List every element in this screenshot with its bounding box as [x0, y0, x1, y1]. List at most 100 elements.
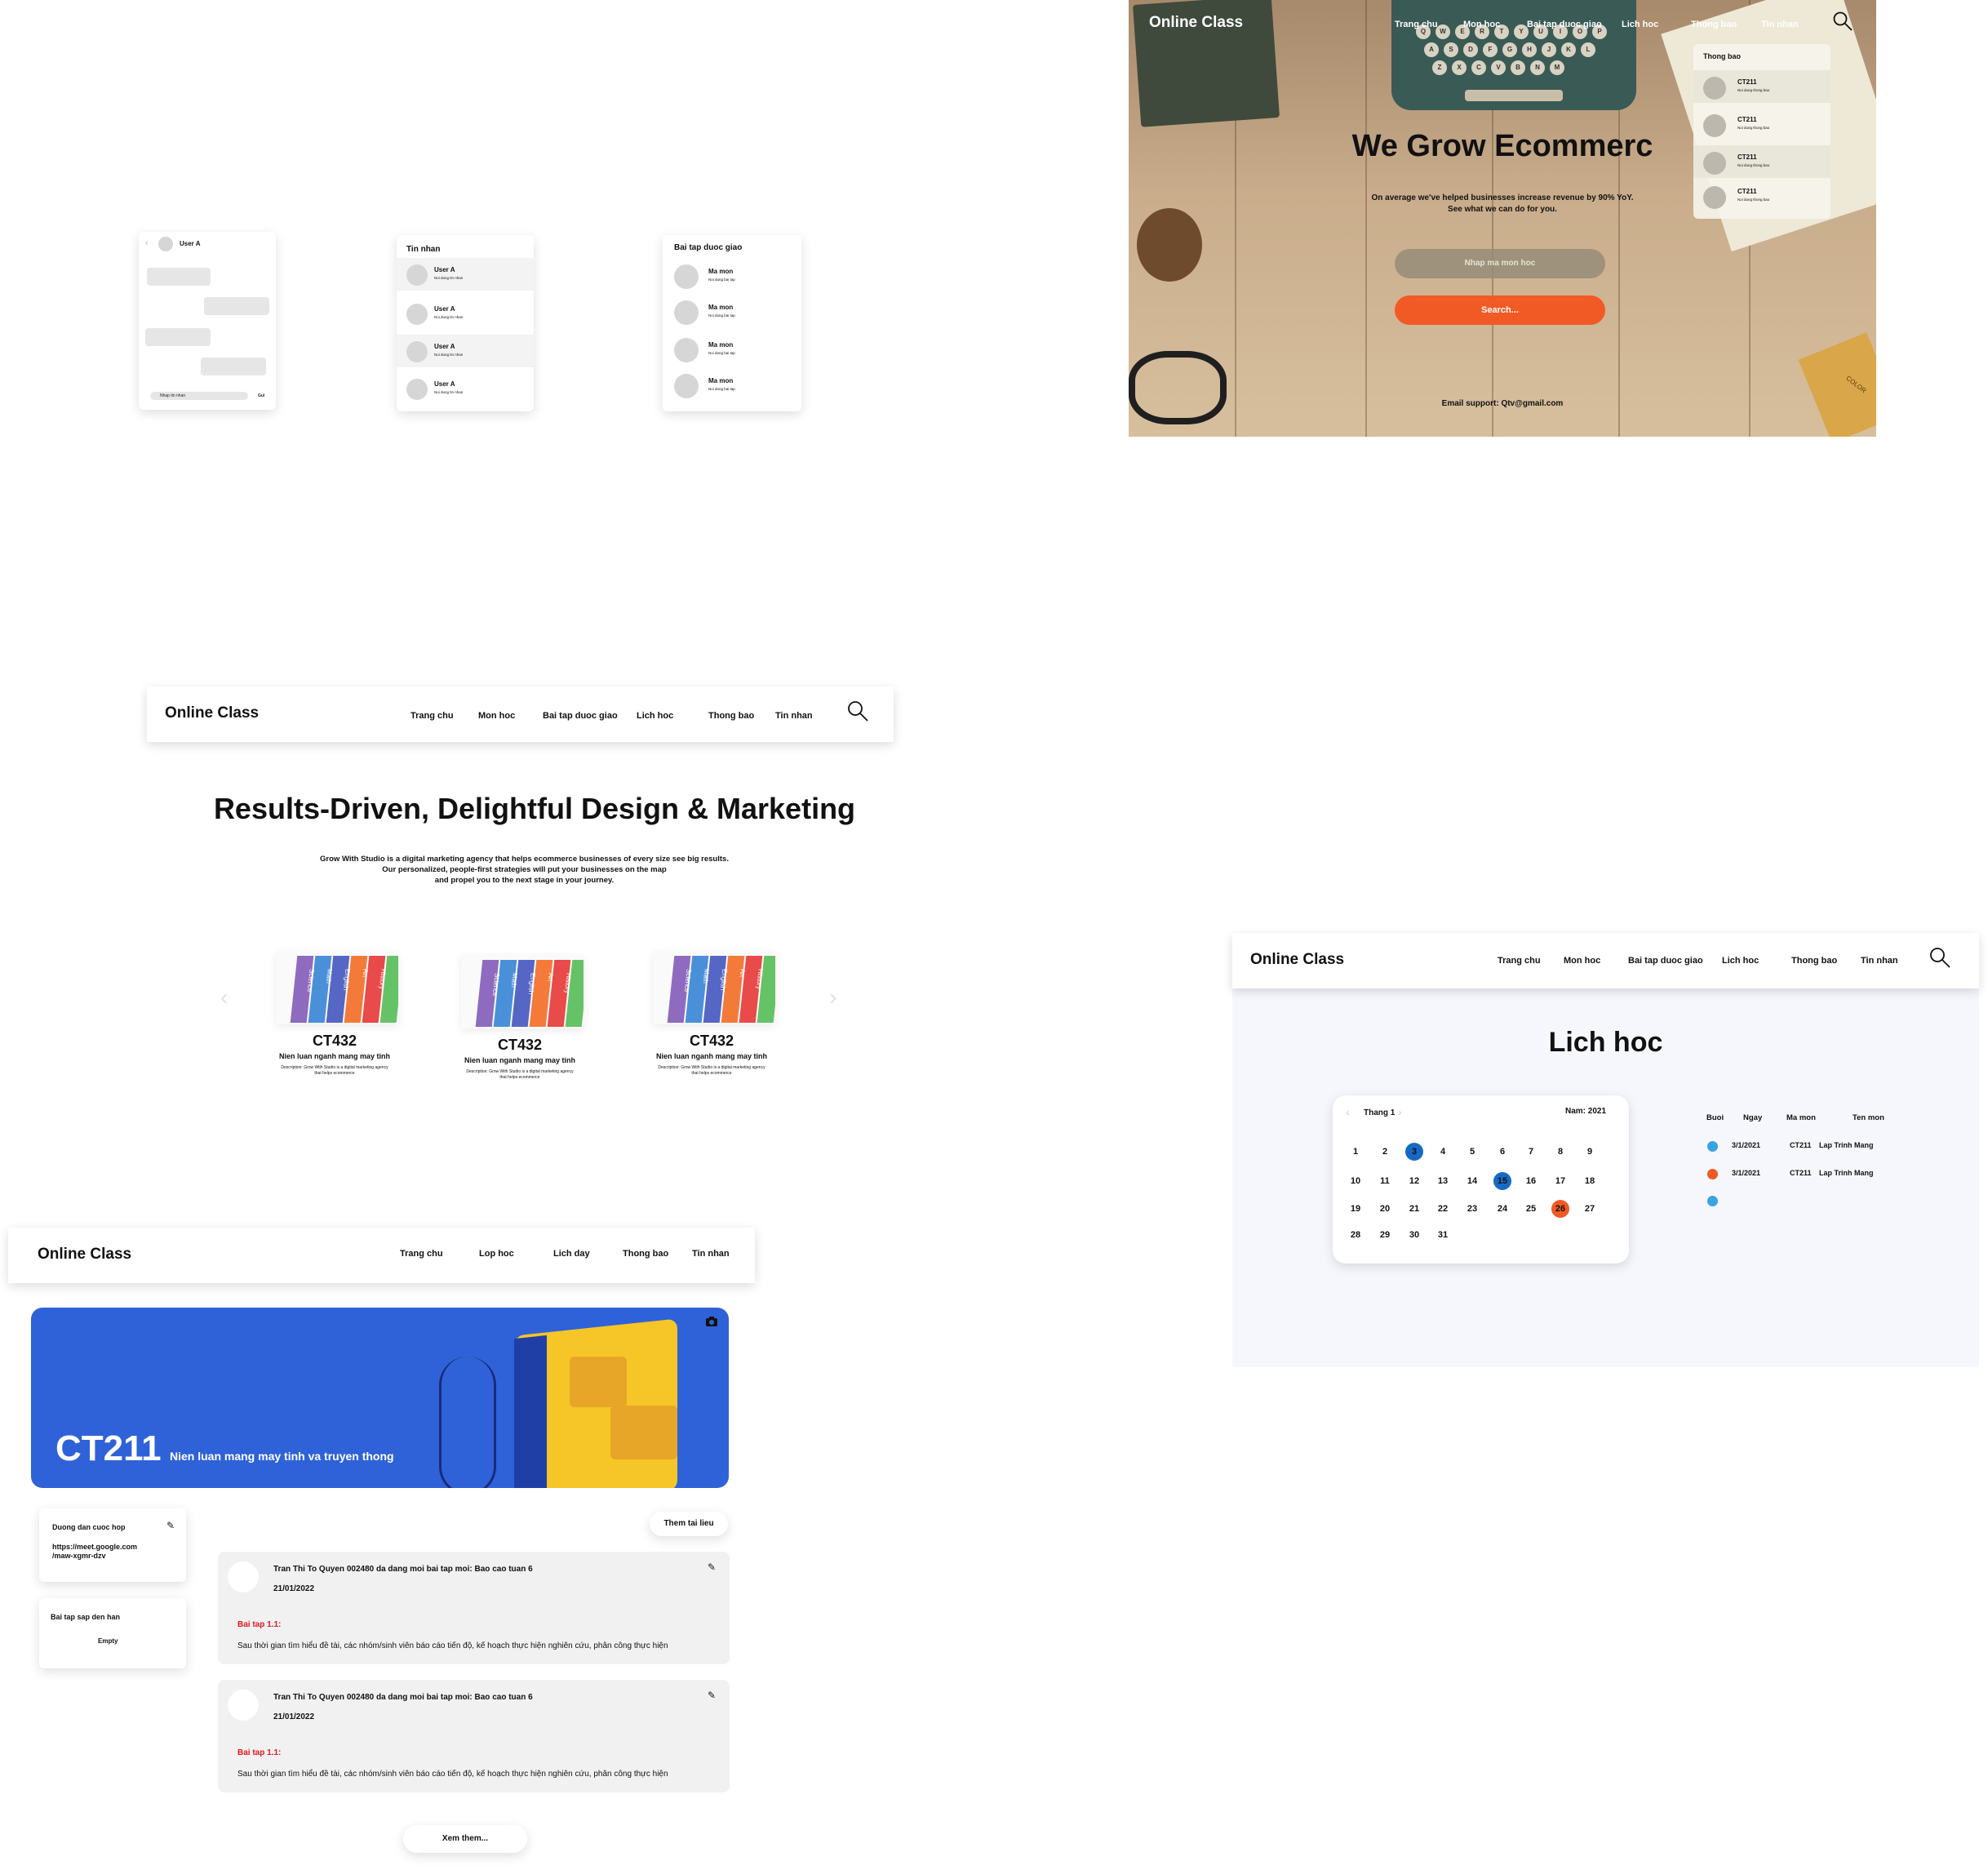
table-row[interactable]: 3/1/2021 CT211 Lap Trinh Mang [1697, 1166, 1910, 1181]
chevron-right-icon[interactable]: › [829, 984, 836, 1011]
list-item[interactable]: Ma mon Noi dung bai tap [663, 258, 801, 291]
nav-link[interactable]: Bai tap duoc giao [1527, 20, 1602, 29]
nav-link[interactable]: Lich day [553, 1249, 590, 1259]
calendar-day[interactable]: 1 [1347, 1143, 1365, 1161]
list-item[interactable]: User A Noi dung tin nhan [397, 335, 534, 367]
calendar-day[interactable]: 29 [1376, 1226, 1394, 1244]
camera-icon[interactable] [705, 1316, 718, 1327]
nav-link[interactable]: Thong bao [623, 1249, 668, 1259]
calendar-day[interactable]: 16 [1522, 1172, 1540, 1190]
calendar-day[interactable]: 15 [1493, 1172, 1511, 1190]
course-code: CT432 [312, 1033, 357, 1049]
calendar-day[interactable]: 10 [1347, 1172, 1365, 1190]
nav-link[interactable]: Trang chu [1498, 956, 1541, 966]
site-logo[interactable]: Online Class [1149, 14, 1243, 32]
search-icon[interactable] [1832, 11, 1853, 32]
calendar-day[interactable]: 27 [1581, 1200, 1599, 1218]
calendar-day[interactable]: 12 [1405, 1172, 1423, 1190]
calendar-day[interactable]: 11 [1376, 1172, 1394, 1190]
calendar-day[interactable]: 30 [1405, 1226, 1423, 1244]
calendar-day[interactable]: 21 [1405, 1200, 1423, 1218]
nav-link[interactable]: Lich hoc [637, 711, 673, 721]
nav-link[interactable]: Tin nhan [692, 1249, 730, 1259]
site-logo[interactable]: Online Class [38, 1246, 131, 1264]
pencil-icon[interactable]: ✎ [708, 1561, 716, 1573]
nav-link[interactable]: Mon hoc [1564, 956, 1600, 966]
nav-link[interactable]: Bai tap duoc giao [1628, 956, 1703, 966]
calendar-day[interactable]: 6 [1493, 1143, 1511, 1161]
meeting-link[interactable]: https://meet.google.com /maw-xgmr-dzv [52, 1543, 137, 1561]
search-icon[interactable] [1928, 946, 1951, 969]
calendar-day[interactable]: 7 [1522, 1143, 1540, 1161]
book-spine-label: Math [509, 973, 519, 988]
chat-input[interactable]: Nhap tin nhan [150, 392, 248, 400]
load-more-button[interactable]: Xem them... [403, 1825, 527, 1853]
calendar-day[interactable]: 17 [1551, 1172, 1569, 1190]
search-icon[interactable] [846, 700, 869, 722]
calendar-day[interactable]: 24 [1493, 1200, 1511, 1218]
site-logo[interactable]: Online Class [1250, 951, 1344, 969]
nav-link[interactable]: Trang chu [410, 711, 454, 721]
nav-link[interactable]: Lich hoc [1722, 956, 1759, 966]
nav-link[interactable]: Lop hoc [479, 1249, 514, 1259]
calendar-day[interactable]: 28 [1347, 1226, 1365, 1244]
nav-link[interactable]: Mon hoc [1463, 20, 1500, 29]
calendar-day[interactable]: 13 [1434, 1172, 1452, 1190]
calendar-day[interactable]: 14 [1463, 1172, 1481, 1190]
nav-link[interactable]: Lich hoc [1622, 20, 1658, 29]
chevron-right-icon[interactable]: › [1398, 1105, 1402, 1118]
nav-link[interactable]: Mon hoc [478, 711, 515, 721]
calendar-day[interactable]: 18 [1581, 1172, 1599, 1190]
nav-link[interactable]: Thong bao [1691, 20, 1737, 29]
calendar-day[interactable]: 4 [1434, 1143, 1452, 1161]
calendar-day[interactable]: 3 [1405, 1143, 1423, 1161]
hero-subtitle: On average we've helped businesses incre… [1371, 193, 1634, 214]
panel-title: Tin nhan [406, 245, 441, 254]
calendar-day[interactable]: 5 [1463, 1143, 1481, 1161]
list-item[interactable]: User A Noi dung tin nhan [397, 297, 534, 330]
calendar-day[interactable]: 9 [1581, 1143, 1599, 1161]
calendar-day[interactable]: 23 [1463, 1200, 1481, 1218]
calendar-day[interactable]: 19 [1347, 1200, 1365, 1218]
table-row[interactable] [1697, 1193, 1910, 1208]
calendar-day[interactable]: 20 [1376, 1200, 1394, 1218]
search-button[interactable]: Search... [1395, 295, 1605, 325]
pencil-icon[interactable]: ✎ [166, 1520, 175, 1531]
assignment-post[interactable]: Tran Thi To Quyen 002480 da dang moi bai… [218, 1552, 730, 1664]
nav-link[interactable]: Tin nhan [775, 711, 813, 721]
site-logo[interactable]: Online Class [165, 704, 259, 722]
nav-link[interactable]: Thong bao [708, 711, 754, 721]
calendar-day[interactable]: 8 [1551, 1143, 1569, 1161]
course-code-input[interactable]: Nhap ma mon hoc [1395, 249, 1605, 278]
notification-item[interactable]: CT211 Noi dung thong bao [1693, 70, 1830, 103]
calendar-day[interactable]: 26 [1551, 1200, 1569, 1218]
list-item[interactable]: User A Noi dung tin nhan [397, 258, 534, 291]
nav-link[interactable]: Tin nhan [1861, 956, 1898, 966]
item-subtitle: Noi dung tin nhan [434, 276, 464, 280]
nav-link[interactable]: Trang chu [1395, 20, 1438, 29]
course-card[interactable]: Science Math English Art History CT432 Nien lu… [646, 951, 777, 1090]
assignment-post[interactable]: Tran Thi To Quyen 002480 da dang moi bai… [218, 1680, 730, 1792]
schedule-navbar: Online Class Trang chu Mon hoc Bai tap duo… [1232, 933, 1979, 988]
list-item[interactable]: Ma mon Noi dung bai tap [663, 367, 801, 400]
list-item[interactable]: Ma mon Noi dung bai tap [663, 331, 801, 364]
nav-link[interactable]: Tin nhan [1761, 20, 1799, 29]
calendar-day[interactable]: 25 [1522, 1200, 1540, 1218]
course-card[interactable]: Science Math English Art History CT432 Nien lu… [269, 951, 400, 1090]
list-item[interactable]: Ma mon Noi dung bai tap [663, 294, 801, 326]
calendar-day[interactable]: 2 [1376, 1143, 1394, 1161]
calendar-day[interactable]: 31 [1434, 1226, 1452, 1244]
course-card[interactable]: Science Math English Art History CT432 Nien lu… [455, 955, 585, 1094]
nav-link[interactable]: Thong bao [1791, 956, 1837, 966]
calendar-day[interactable]: 22 [1434, 1200, 1452, 1218]
list-item[interactable]: User A Noi dung tin nhan [397, 372, 534, 405]
pencil-icon[interactable]: ✎ [708, 1690, 716, 1701]
chevron-left-icon[interactable]: ‹ [145, 238, 149, 248]
nav-link[interactable]: Bai tap duoc giao [543, 711, 618, 721]
chevron-left-icon[interactable]: ‹ [1346, 1105, 1350, 1118]
nav-link[interactable]: Trang chu [400, 1249, 443, 1259]
table-row[interactable]: 3/1/2021 CT211 Lap Trinh Mang [1697, 1139, 1910, 1153]
chevron-left-icon[interactable]: ‹ [220, 984, 228, 1011]
send-button[interactable]: Gui [258, 393, 264, 398]
add-document-button[interactable]: Them tai lieu [650, 1512, 728, 1536]
